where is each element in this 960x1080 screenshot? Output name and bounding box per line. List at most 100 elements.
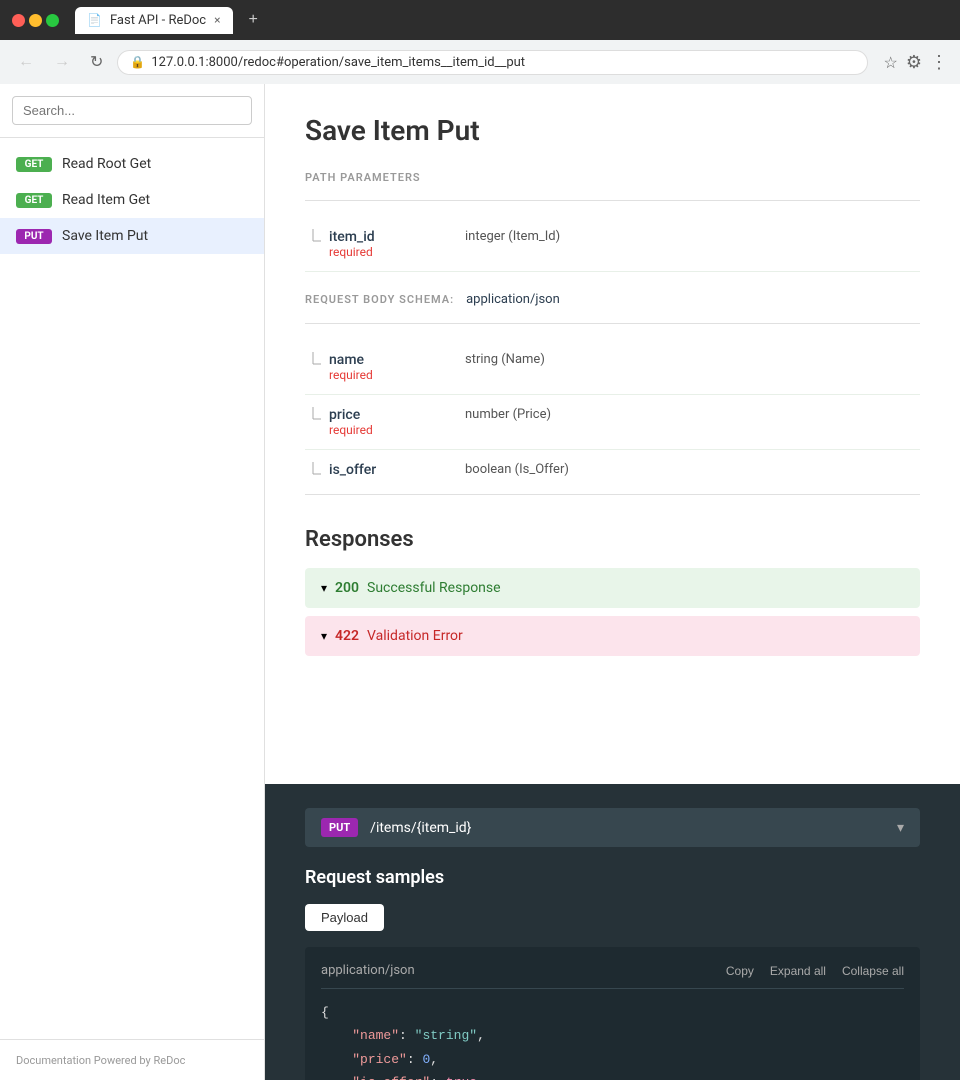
- body-param-name: name: [329, 352, 373, 368]
- endpoint-path: /items/{item_id}: [370, 820, 885, 836]
- responses-title: Responses: [305, 527, 920, 552]
- chevron-down-icon: ▾: [321, 581, 327, 595]
- browser-controls: ← → ↻ 🔒 127.0.0.1:8000/redoc#operation/s…: [0, 40, 960, 84]
- window-maximize-button[interactable]: [46, 14, 59, 27]
- code-block-header: application/json Copy Expand all Collaps…: [321, 963, 904, 989]
- refresh-button[interactable]: ↻: [84, 48, 109, 76]
- sidebar-search: [0, 84, 264, 138]
- request-body-section: REQUEST BODY SCHEMA: application/json na…: [305, 292, 920, 495]
- body-param-isoffer-row: is_offer boolean (Is_Offer): [305, 450, 920, 495]
- dark-panel: PUT /items/{item_id} ▾ Request samples P…: [265, 784, 960, 1080]
- browser-window: 📄 Fast API - ReDoc × + ← → ↻ 🔒 127.0.0.1…: [0, 0, 960, 84]
- body-param-type-isoffer: boolean (Is_Offer): [465, 462, 920, 477]
- main-content: Save Item Put PATH PARAMETERS item_id re…: [265, 84, 960, 1080]
- search-input[interactable]: [12, 96, 252, 125]
- browser-titlebar: 📄 Fast API - ReDoc × +: [0, 0, 960, 40]
- app-container: GET Read Root Get GET Read Item Get PUT …: [0, 84, 960, 1080]
- param-name: item_id: [329, 229, 375, 245]
- request-body-label: REQUEST BODY SCHEMA:: [305, 293, 454, 306]
- response-200-item[interactable]: ▾ 200 Successful Response: [305, 568, 920, 608]
- chevron-down-icon: ▾: [321, 629, 327, 643]
- param-name-block: item_id required: [329, 229, 375, 259]
- sidebar: GET Read Root Get GET Read Item Get PUT …: [0, 84, 265, 1080]
- address-bar[interactable]: 🔒 127.0.0.1:8000/redoc#operation/save_it…: [117, 50, 867, 75]
- window-minimize-button[interactable]: [29, 14, 42, 27]
- sidebar-item-save-item-put[interactable]: PUT Save Item Put: [0, 218, 264, 254]
- path-param-row: item_id required integer (Item_Id): [305, 217, 920, 272]
- tab-title: Fast API - ReDoc: [110, 13, 206, 28]
- code-line-price: "price": 0,: [321, 1048, 904, 1071]
- new-tab-button[interactable]: +: [241, 7, 266, 33]
- copy-button[interactable]: Copy: [726, 964, 754, 978]
- code-line-isoffer: "is_offer": true: [321, 1071, 904, 1080]
- sidebar-item-read-item-get[interactable]: GET Read Item Get: [0, 182, 264, 218]
- response-desc-200: Successful Response: [367, 580, 501, 596]
- lock-icon: 🔒: [130, 55, 145, 69]
- method-badge-get: GET: [16, 193, 52, 208]
- page-title: Save Item Put: [305, 114, 920, 147]
- response-code-422: 422: [335, 628, 359, 644]
- body-param-isoffer: is_offer: [329, 462, 376, 478]
- chevron-down-icon: ▾: [897, 820, 904, 836]
- content-area: Save Item Put PATH PARAMETERS item_id re…: [265, 84, 960, 784]
- back-button[interactable]: ←: [12, 49, 40, 75]
- request-body-header: REQUEST BODY SCHEMA: application/json: [305, 292, 920, 307]
- code-line-name: "name": "string",: [321, 1024, 904, 1047]
- sidebar-item-read-root-get[interactable]: GET Read Root Get: [0, 146, 264, 182]
- param-required: required: [329, 245, 375, 259]
- endpoint-bar: PUT /items/{item_id} ▾: [305, 808, 920, 847]
- response-desc-422: Validation Error: [367, 628, 463, 644]
- body-param-price: price: [329, 407, 373, 423]
- body-param-required-name: required: [329, 368, 373, 382]
- tree-connector-isoffer-icon: [305, 462, 321, 482]
- expand-all-button[interactable]: Expand all: [770, 964, 826, 978]
- body-param-type-price: number (Price): [465, 407, 920, 422]
- code-content: { "name": "string", "price": 0, "is_offe…: [321, 1001, 904, 1080]
- code-content-type: application/json: [321, 963, 415, 978]
- param-name-block-isoffer: is_offer: [329, 462, 376, 478]
- responses-section: Responses ▾ 200 Successful Response ▾ 42…: [305, 527, 920, 656]
- collapse-all-button[interactable]: Collapse all: [842, 964, 904, 978]
- param-left: item_id required: [305, 229, 445, 259]
- window-controls: [12, 14, 59, 27]
- tree-connector-price-icon: [305, 407, 321, 427]
- forward-button[interactable]: →: [48, 49, 76, 75]
- more-menu-button[interactable]: ⋮: [930, 52, 948, 73]
- window-close-button[interactable]: [12, 14, 25, 27]
- nav-item-label: Save Item Put: [62, 228, 148, 244]
- param-left-isoffer: is_offer: [305, 462, 445, 482]
- response-code-200: 200: [335, 580, 359, 596]
- param-left-price: price required: [305, 407, 445, 437]
- code-block: application/json Copy Expand all Collaps…: [305, 947, 920, 1080]
- body-param-required-price: required: [329, 423, 373, 437]
- method-badge-put: PUT: [16, 229, 52, 244]
- nav-item-label: Read Root Get: [62, 156, 151, 172]
- redoc-link[interactable]: Documentation Powered by ReDoc: [16, 1054, 185, 1067]
- bookmark-icon[interactable]: ☆: [884, 53, 898, 72]
- tree-connector-icon: [305, 229, 321, 249]
- param-type: integer (Item_Id): [465, 229, 920, 244]
- sidebar-nav: GET Read Root Get GET Read Item Get PUT …: [0, 138, 264, 1039]
- section-divider: [305, 200, 920, 201]
- param-left-name: name required: [305, 352, 445, 382]
- endpoint-method-badge: PUT: [321, 818, 358, 837]
- section-divider-body: [305, 323, 920, 324]
- payload-tab-button[interactable]: Payload: [305, 904, 384, 931]
- path-parameters-label: PATH PARAMETERS: [305, 171, 920, 184]
- tree-connector-name-icon: [305, 352, 321, 372]
- extension-icon[interactable]: ⚙: [906, 52, 922, 73]
- body-param-price-row: price required number (Price): [305, 395, 920, 450]
- address-text: 127.0.0.1:8000/redoc#operation/save_item…: [151, 55, 854, 70]
- request-samples-title: Request samples: [305, 867, 920, 888]
- body-param-name-row: name required string (Name): [305, 340, 920, 395]
- method-badge-get: GET: [16, 157, 52, 172]
- param-name-block-name: name required: [329, 352, 373, 382]
- request-body-schema: application/json: [466, 292, 560, 307]
- tab-close-button[interactable]: ×: [214, 13, 220, 27]
- response-422-item[interactable]: ▾ 422 Validation Error: [305, 616, 920, 656]
- nav-item-label: Read Item Get: [62, 192, 150, 208]
- tab-icon: 📄: [87, 13, 102, 27]
- param-name-block-price: price required: [329, 407, 373, 437]
- path-parameters-section: PATH PARAMETERS item_id required integer: [305, 171, 920, 272]
- browser-tab[interactable]: 📄 Fast API - ReDoc ×: [75, 7, 233, 34]
